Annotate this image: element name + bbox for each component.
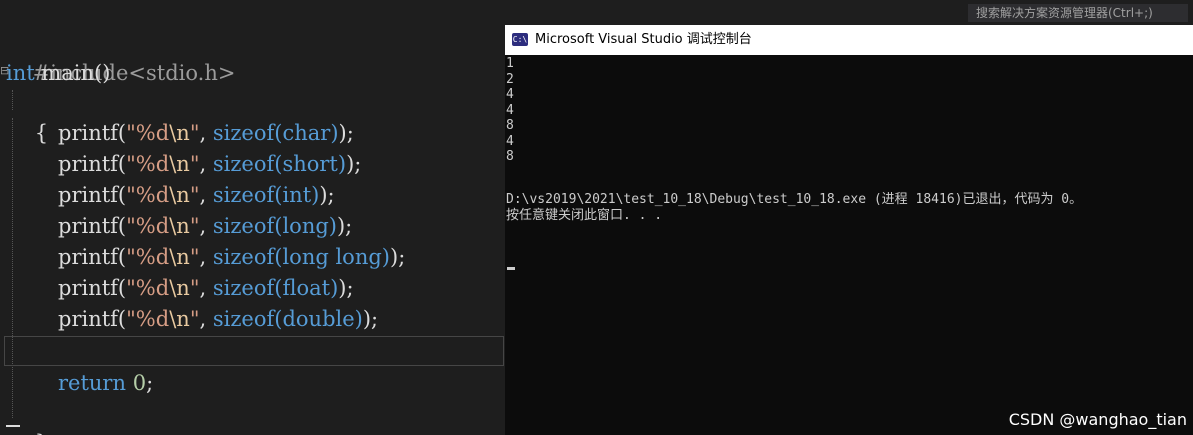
- escape-sequence: \n: [169, 307, 190, 331]
- code-line-include[interactable]: #include<stdio.h>: [6, 28, 236, 85]
- paren-close: ): [330, 121, 339, 145]
- csdn-watermark: CSDN @wanghao_tian: [1008, 410, 1187, 429]
- printf-call: printf(: [58, 307, 127, 331]
- code-line-printf[interactable]: printf("%d\n", sizeof(float));: [58, 273, 354, 303]
- code-line-return[interactable]: return 0;: [58, 368, 153, 398]
- escape-sequence: \n: [169, 276, 190, 300]
- code-line-open-brace[interactable]: {: [8, 88, 48, 145]
- console-app-icon: C:\: [512, 33, 528, 46]
- escape-sequence: \n: [169, 183, 190, 207]
- output-line: 4: [506, 133, 514, 149]
- output-line: 1: [506, 56, 514, 71]
- comma: ,: [199, 276, 213, 300]
- output-line: 8: [506, 118, 514, 133]
- paren-close: ): [337, 152, 347, 176]
- comma: ,: [199, 121, 213, 145]
- code-line-printf[interactable]: printf("%d\n", sizeof(long long));: [58, 242, 405, 272]
- type-name: char: [282, 121, 331, 145]
- output-line: 8: [506, 149, 514, 164]
- printf-call: printf(: [58, 245, 127, 269]
- console-cursor: [507, 267, 515, 270]
- type-name: long: [282, 214, 329, 238]
- semicolon: ;: [146, 371, 154, 395]
- printf-call: printf(: [58, 276, 127, 300]
- call-close: );: [338, 121, 354, 145]
- printf-call: printf(: [58, 121, 127, 145]
- code-editor[interactable]: ⊟ #include<stdio.h> int main() { return …: [0, 0, 505, 435]
- keyword-sizeof: sizeof: [212, 152, 275, 176]
- keyword-int: int: [6, 61, 35, 85]
- keyword-sizeof: sizeof: [212, 214, 275, 238]
- console-output[interactable]: 1244848 D:\vs2019\2021\test_10_18\Debug\…: [505, 55, 1193, 435]
- output-line: 2: [506, 71, 514, 87]
- debug-console-window[interactable]: C:\ Microsoft Visual Studio 调试控制台 124484…: [505, 25, 1193, 435]
- solution-explorer-search[interactable]: 搜索解决方案资源管理器(Ctrl+;): [968, 4, 1188, 22]
- type-name: int: [282, 183, 312, 207]
- keyword-return: return: [58, 371, 126, 395]
- comma: ,: [199, 307, 213, 331]
- code-line-close-brace[interactable]: }: [8, 398, 48, 435]
- code-line-main[interactable]: int main(): [6, 58, 110, 88]
- type-name: long long: [282, 245, 382, 269]
- format-string: "%d: [126, 245, 170, 269]
- format-string: "%d: [126, 307, 170, 331]
- format-string: "%d: [126, 152, 170, 176]
- printf-call: printf(: [58, 183, 127, 207]
- paren-close: ): [328, 214, 337, 238]
- format-string: "%d: [126, 183, 170, 207]
- console-title: Microsoft Visual Studio 调试控制台: [535, 32, 752, 47]
- code-line-printf[interactable]: printf("%d\n", sizeof(short));: [58, 149, 361, 179]
- call-close: );: [319, 183, 335, 207]
- escape-sequence: \n: [169, 152, 190, 176]
- code-line-printf[interactable]: printf("%d\n", sizeof(double));: [58, 304, 378, 334]
- type-name: short: [282, 152, 338, 176]
- type-name: double: [282, 307, 355, 331]
- output-line: 4: [506, 102, 514, 118]
- code-line-printf[interactable]: printf("%d\n", sizeof(char));: [58, 118, 354, 148]
- comma: ,: [199, 245, 213, 269]
- open-brace: {: [34, 121, 49, 145]
- console-titlebar[interactable]: C:\ Microsoft Visual Studio 调试控制台: [505, 25, 1193, 55]
- code-line-printf[interactable]: printf("%d\n", sizeof(int));: [58, 180, 335, 210]
- format-string: "%d: [126, 276, 170, 300]
- code-line-printf[interactable]: printf("%d\n", sizeof(long));: [58, 211, 352, 241]
- comma: ,: [199, 214, 213, 238]
- escape-sequence: \n: [169, 121, 190, 145]
- call-close: );: [336, 214, 353, 238]
- format-string: "%d: [126, 214, 170, 238]
- text-caret: [6, 425, 20, 427]
- paren-close: ): [381, 245, 390, 269]
- keyword-sizeof: sizeof: [212, 183, 275, 207]
- escape-sequence: \n: [169, 245, 190, 269]
- current-line-highlight: [4, 336, 504, 366]
- close-brace: }: [35, 431, 48, 435]
- keyword-sizeof: sizeof: [212, 121, 275, 145]
- exit-message: D:\vs2019\2021\test_10_18\Debug\test_10_…: [506, 192, 1083, 207]
- comma: ,: [199, 152, 213, 176]
- keyword-sizeof: sizeof: [212, 307, 275, 331]
- comma: ,: [199, 183, 213, 207]
- return-value: 0: [132, 371, 147, 395]
- press-key-message: 按任意键关闭此窗口. . .: [506, 208, 663, 223]
- call-close: );: [362, 307, 379, 331]
- main-signature: main(): [34, 61, 111, 85]
- format-string: "%d: [126, 121, 170, 145]
- type-name: float: [282, 276, 331, 300]
- call-close: );: [390, 245, 406, 269]
- printf-call: printf(: [58, 214, 127, 238]
- printf-call: printf(: [58, 152, 127, 176]
- call-close: );: [346, 152, 362, 176]
- call-close: );: [338, 276, 354, 300]
- keyword-sizeof: sizeof: [212, 276, 275, 300]
- keyword-sizeof: sizeof: [212, 245, 275, 269]
- escape-sequence: \n: [169, 214, 190, 238]
- output-line: 4: [506, 87, 514, 102]
- paren-close: ): [354, 307, 363, 331]
